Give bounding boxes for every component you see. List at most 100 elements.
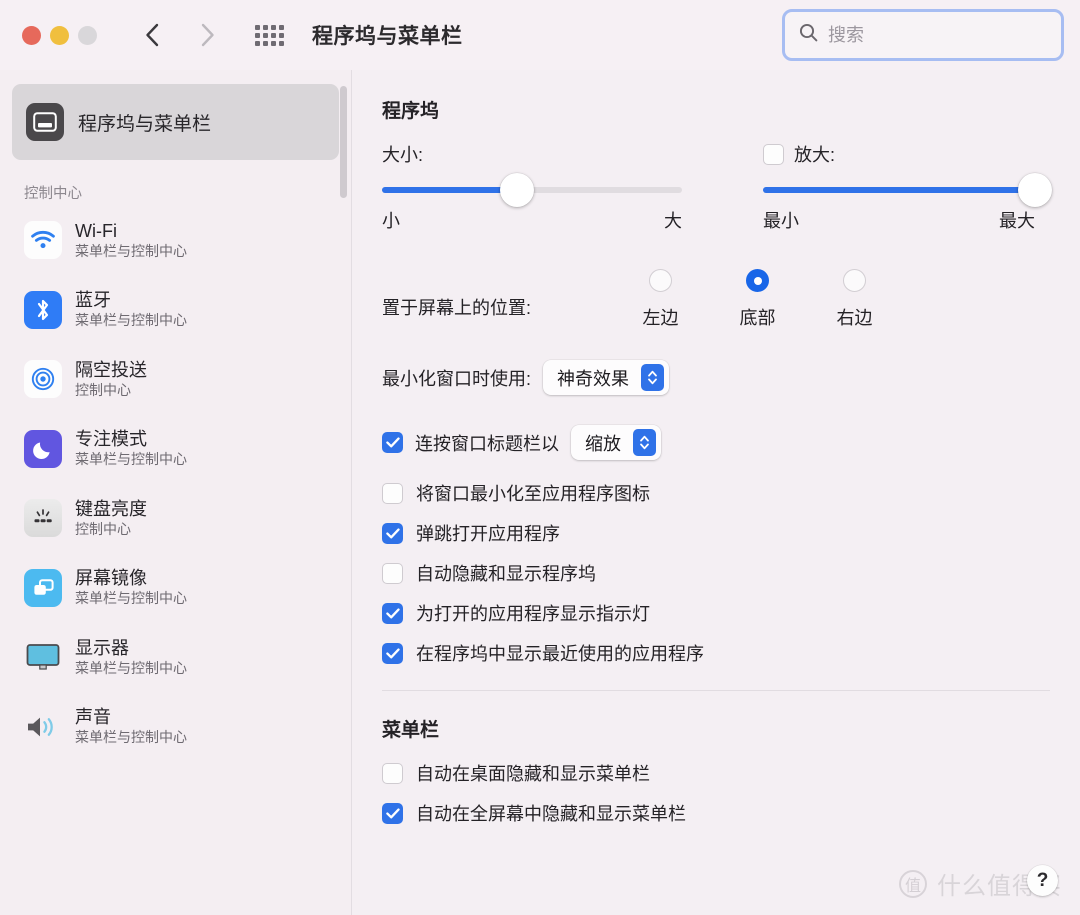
magnification-slider-thumb[interactable] [1018, 173, 1052, 207]
sidebar-item-sublabel: 控制中心 [75, 382, 147, 399]
magnification-label: 放大: [794, 141, 835, 167]
dock-size-slider-fill [382, 187, 517, 193]
menubar-option-row[interactable]: 自动在全屏幕中隐藏和显示菜单栏 [382, 800, 1050, 826]
magnification-endcaps: 最小 最大 [763, 207, 1035, 233]
dock-checkbox-label: 自动隐藏和显示程序坞 [416, 560, 596, 586]
dock-size-slider[interactable] [382, 187, 682, 193]
chevron-updown-icon [641, 364, 664, 391]
watermark-logo: 值 [899, 870, 927, 898]
minimize-effect-label: 最小化窗口时使用: [382, 365, 531, 391]
magnification-max-label: 最大 [999, 207, 1035, 233]
dock-option-row[interactable]: 在程序坞中显示最近使用的应用程序 [382, 640, 1050, 666]
magnification-slider-fill [763, 187, 1035, 193]
radio-bottom[interactable] [746, 269, 769, 292]
dock-section: 程序坞 大小: 小 大 [352, 70, 1080, 691]
sidebar-item-display[interactable]: 显示器 菜单栏与控制中心 [10, 630, 341, 684]
dock-size-min-label: 小 [382, 207, 400, 233]
dock-position-radio-group: 左边 底部 右边 [612, 269, 903, 330]
dock-position-option-left[interactable]: 左边 [612, 269, 709, 330]
sound-icon [24, 708, 62, 746]
double-click-titlebar-row: 连按窗口标题栏以 缩放 [382, 425, 1050, 460]
magnification-checkbox[interactable] [763, 144, 784, 165]
magnification-slider[interactable] [763, 187, 1035, 193]
menubar-checkbox-0[interactable] [382, 763, 403, 784]
sidebar-item-sublabel: 菜单栏与控制中心 [75, 312, 187, 329]
sidebar-item-screen-mirroring[interactable]: 屏幕镜像 菜单栏与控制中心 [10, 560, 341, 614]
radio-left[interactable] [649, 269, 672, 292]
dock-checkbox-1[interactable] [382, 523, 403, 544]
search-input[interactable] [828, 25, 1047, 46]
dock-option-row[interactable]: 弹跳打开应用程序 [382, 520, 1050, 546]
menubar-checkbox-1[interactable] [382, 803, 403, 824]
sidebar-item-sound[interactable]: 声音 菜单栏与控制中心 [10, 699, 341, 753]
sidebar-item-focus[interactable]: 专注模式 菜单栏与控制中心 [10, 421, 341, 475]
dock-option-row[interactable]: 将窗口最小化至应用程序图标 [382, 480, 1050, 506]
dock-checkbox-3[interactable] [382, 603, 403, 624]
forward-chevron-icon[interactable] [194, 20, 220, 50]
menubar-checkbox-label: 自动在全屏幕中隐藏和显示菜单栏 [416, 800, 686, 826]
sidebar-item-label: 专注模式 [75, 429, 187, 450]
wifi-icon [24, 221, 62, 259]
dock-icon [26, 103, 64, 141]
double-click-titlebar-checkbox[interactable] [382, 432, 403, 453]
sidebar-item-sublabel: 菜单栏与控制中心 [75, 660, 187, 677]
sidebar-item-bluetooth[interactable]: 蓝牙 菜单栏与控制中心 [10, 282, 341, 336]
dock-checkbox-0[interactable] [382, 483, 403, 504]
sidebar-item-sublabel: 控制中心 [75, 521, 147, 538]
minimize-button[interactable] [50, 26, 69, 45]
dock-checkbox-label: 在程序坞中显示最近使用的应用程序 [416, 640, 704, 666]
sidebar-item-label: 屏幕镜像 [75, 568, 187, 589]
double-click-action-select[interactable]: 缩放 [571, 425, 661, 460]
dock-size-endcaps: 小 大 [382, 207, 682, 233]
sidebar-item-airdrop[interactable]: 隔空投送 控制中心 [10, 352, 341, 406]
navigation-buttons [140, 20, 220, 50]
search-field[interactable] [782, 9, 1064, 61]
zoom-button[interactable] [78, 26, 97, 45]
sidebar-item-keyboard-brightness[interactable]: 键盘亮度 控制中心 [10, 491, 341, 545]
magnification-header: 放大: [763, 141, 1035, 167]
page-title: 程序坞与菜单栏 [312, 20, 463, 50]
sidebar-item-wifi[interactable]: Wi-Fi 菜单栏与控制中心 [10, 213, 341, 267]
dock-option-row[interactable]: 为打开的应用程序显示指示灯 [382, 600, 1050, 626]
dock-checkbox-4[interactable] [382, 643, 403, 664]
help-button[interactable]: ? [1027, 865, 1058, 896]
title-bar: 程序坞与菜单栏 [0, 0, 1080, 70]
sidebar: 程序坞与菜单栏 控制中心 Wi-Fi 菜单栏与控制中心 [0, 70, 352, 915]
main-content: 程序坞 大小: 小 大 [352, 70, 1080, 915]
show-all-grid-icon[interactable] [255, 25, 284, 46]
sidebar-item-dock-and-menu-bar[interactable]: 程序坞与菜单栏 [12, 84, 339, 160]
dock-position-option-bottom[interactable]: 底部 [709, 269, 806, 330]
double-click-action-value: 缩放 [585, 430, 621, 456]
minimize-effect-select[interactable]: 神奇效果 [543, 360, 669, 395]
sidebar-item-label: 蓝牙 [75, 290, 187, 311]
sidebar-item-label: Wi-Fi [75, 221, 187, 242]
sidebar-item-sublabel: 菜单栏与控制中心 [75, 451, 187, 468]
keyboard-brightness-icon [24, 499, 62, 537]
dock-position-control: 置于屏幕上的位置: 左边 底部 右边 [382, 269, 1050, 330]
dock-checkbox-label: 弹跳打开应用程序 [416, 520, 560, 546]
sidebar-item-label: 声音 [75, 707, 187, 728]
back-chevron-icon[interactable] [140, 20, 166, 50]
dock-position-label: 置于屏幕上的位置: [382, 294, 612, 320]
screen-mirroring-icon [24, 569, 62, 607]
dock-checkbox-label: 将窗口最小化至应用程序图标 [416, 480, 650, 506]
dock-position-option-right[interactable]: 右边 [806, 269, 903, 330]
dock-magnification-control: 放大: 最小 最大 [763, 141, 1035, 233]
sidebar-item-label: 键盘亮度 [75, 499, 147, 520]
menubar-checkbox-label: 自动在桌面隐藏和显示菜单栏 [416, 760, 650, 786]
close-button[interactable] [22, 26, 41, 45]
dock-size-label: 大小: [382, 141, 682, 167]
dock-checkbox-2[interactable] [382, 563, 403, 584]
sidebar-scrollbar[interactable] [340, 86, 347, 198]
radio-right[interactable] [843, 269, 866, 292]
sidebar-item-sublabel: 菜单栏与控制中心 [75, 590, 187, 607]
menubar-section-heading: 菜单栏 [382, 715, 1050, 742]
airdrop-icon [24, 360, 62, 398]
traffic-light-buttons [0, 26, 97, 45]
sidebar-group-title: 控制中心 [10, 174, 341, 213]
menubar-option-row[interactable]: 自动在桌面隐藏和显示菜单栏 [382, 760, 1050, 786]
bluetooth-icon [24, 291, 62, 329]
system-preferences-window: 程序坞与菜单栏 程序坞与菜单栏 [0, 0, 1080, 915]
dock-size-slider-thumb[interactable] [500, 173, 534, 207]
dock-option-row[interactable]: 自动隐藏和显示程序坞 [382, 560, 1050, 586]
